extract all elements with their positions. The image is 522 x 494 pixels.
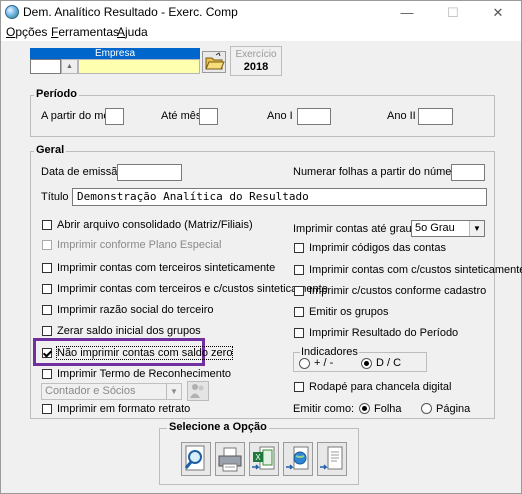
- titulo-label: Título: [41, 191, 69, 203]
- ccustos-cadastro-label: Imprimir c/custos conforme cadastro: [309, 285, 487, 297]
- people-icon[interactable]: [187, 381, 209, 401]
- termo-signatario-value: Contador e Sócios: [45, 385, 136, 397]
- emitir-grupos-label: Emitir os grupos: [309, 306, 389, 318]
- razao-social-label: Imprimir razão social do terceiro: [57, 304, 214, 316]
- plano-especial-label: Imprimir conforme Plano Especial: [57, 239, 222, 251]
- app-icon: [5, 5, 19, 19]
- data-emissao-label: Data de emissão: [41, 166, 124, 178]
- a-partir-mes-label: A partir do mês: [41, 110, 115, 122]
- ano1-label: Ano I: [267, 110, 293, 122]
- ate-mes-label: Até mês: [161, 110, 202, 122]
- export-web-button[interactable]: [283, 442, 313, 476]
- resultado-periodo-checkbox[interactable]: [294, 328, 304, 338]
- empresa-label: Empresa: [30, 48, 200, 59]
- window-title: Dem. Analítico Resultado - Exerc. Comp: [23, 5, 238, 19]
- svg-text:X: X: [255, 453, 261, 462]
- preview-button[interactable]: [181, 442, 211, 476]
- export-excel-button[interactable]: X: [249, 442, 279, 476]
- terceiros-ccustos-label: Imprimir contas com terceiros e c/custos…: [57, 283, 328, 295]
- resultado-periodo-label: Imprimir Resultado do Período: [309, 327, 459, 339]
- menu-bar: Opções Ferramentas Ajuda: [1, 24, 521, 41]
- plano-especial-checkbox[interactable]: [42, 240, 52, 250]
- document-export-icon: [320, 446, 343, 470]
- zerar-saldo-label: Zerar saldo inicial dos grupos: [57, 325, 201, 337]
- empresa-spin-button[interactable]: ▲: [61, 59, 78, 74]
- periodo-title: Período: [34, 88, 79, 100]
- formato-retrato-label: Imprimir em formato retrato: [57, 403, 191, 415]
- menu-ajuda[interactable]: Ajuda: [117, 25, 148, 39]
- excel-export-icon: X: [252, 446, 275, 470]
- imprimir-ate-grau-label: Imprimir contas até grau: [293, 223, 412, 235]
- ccustos-sint-label: Imprimir contas com c/custos sinteticame…: [309, 264, 522, 276]
- web-export-icon: [286, 446, 309, 470]
- codigos-contas-label: Imprimir códigos das contas: [309, 242, 446, 254]
- abrir-consolidado-label: Abrir arquivo consolidado (Matriz/Filiai…: [57, 219, 253, 231]
- indicador-mais-menos-label: + / -: [314, 357, 334, 369]
- open-folder-button[interactable]: [202, 51, 226, 73]
- emitir-folha-label: Folha: [374, 403, 402, 415]
- ate-mes-input[interactable]: [199, 108, 218, 125]
- exercicio-box: Exercício 2018: [230, 46, 282, 76]
- close-button[interactable]: ✕: [475, 1, 521, 24]
- data-emissao-input[interactable]: [117, 164, 182, 181]
- grau-select[interactable]: 5o Grau ▼: [411, 220, 485, 237]
- print-button[interactable]: [215, 442, 245, 476]
- razao-social-checkbox[interactable]: [42, 305, 52, 315]
- terceiros-ccustos-checkbox[interactable]: [42, 284, 52, 294]
- ano2-input[interactable]: [418, 108, 453, 125]
- chevron-down-icon: ▼: [166, 384, 181, 399]
- preview-icon: [184, 445, 205, 471]
- rodape-chancela-label: Rodapé para chancela digital: [309, 381, 452, 393]
- titulo-input[interactable]: Demonstração Analítica do Resultado: [72, 188, 487, 206]
- printer-icon: [218, 447, 242, 472]
- ano2-label: Ano II: [387, 110, 416, 122]
- emitir-grupos-checkbox[interactable]: [294, 307, 304, 317]
- grau-value: 5o Grau: [415, 222, 455, 234]
- ccustos-cadastro-checkbox[interactable]: [294, 286, 304, 296]
- emitir-pagina-label: Página: [436, 403, 471, 415]
- chevron-down-icon: ▼: [469, 221, 484, 236]
- exercicio-label: Exercício: [235, 49, 277, 60]
- geral-title: Geral: [34, 144, 67, 156]
- numerar-label: Numerar folhas a partir do número: [293, 166, 462, 178]
- export-document-button[interactable]: [317, 442, 347, 476]
- indicador-dc-radio[interactable]: [361, 358, 372, 369]
- terceiros-sint-label: Imprimir contas com terceiros sinteticam…: [57, 262, 276, 274]
- exercicio-value: 2018: [243, 61, 269, 73]
- formato-retrato-checkbox[interactable]: [42, 404, 52, 414]
- termo-reconhecimento-checkbox[interactable]: [42, 369, 52, 379]
- empresa-name-field: [78, 59, 200, 74]
- empresa-code-input[interactable]: [30, 59, 61, 74]
- ccustos-sint-checkbox[interactable]: [294, 265, 304, 275]
- termo-signatario-select[interactable]: Contador e Sócios ▼: [41, 383, 182, 400]
- indicador-mais-menos-radio[interactable]: [299, 358, 310, 369]
- folder-icon: [205, 52, 225, 70]
- a-partir-mes-input[interactable]: [105, 108, 124, 125]
- minimize-button[interactable]: —: [384, 1, 430, 24]
- emitir-pagina-radio[interactable]: [421, 403, 432, 414]
- nao-imprimir-saldo-zero-checkbox[interactable]: [42, 348, 52, 358]
- codigos-contas-checkbox[interactable]: [294, 243, 304, 253]
- abrir-consolidado-checkbox[interactable]: [42, 220, 52, 230]
- main-window: Dem. Analítico Resultado - Exerc. Comp —…: [0, 0, 522, 494]
- terceiros-sint-checkbox[interactable]: [42, 263, 52, 273]
- menu-opcoes[interactable]: Opções: [6, 25, 47, 39]
- zerar-saldo-checkbox[interactable]: [42, 326, 52, 336]
- menu-ferramentas[interactable]: Ferramentas: [51, 25, 119, 39]
- ano1-input[interactable]: [297, 108, 331, 125]
- rodape-chancela-checkbox[interactable]: [294, 382, 304, 392]
- emitir-folha-radio[interactable]: [359, 403, 370, 414]
- maximize-button[interactable]: ☐: [430, 1, 476, 24]
- title-bar: Dem. Analítico Resultado - Exerc. Comp —…: [1, 1, 521, 24]
- emitir-como-label: Emitir como:: [293, 403, 355, 415]
- termo-reconhecimento-label: Imprimir Termo de Reconhecimento: [57, 368, 232, 380]
- selecione-title: Selecione a Opção: [167, 421, 269, 433]
- indicador-dc-label: D / C: [376, 357, 402, 369]
- numerar-input[interactable]: [451, 164, 485, 181]
- nao-imprimir-saldo-zero-label: Não imprimir contas com saldo zero: [55, 346, 234, 360]
